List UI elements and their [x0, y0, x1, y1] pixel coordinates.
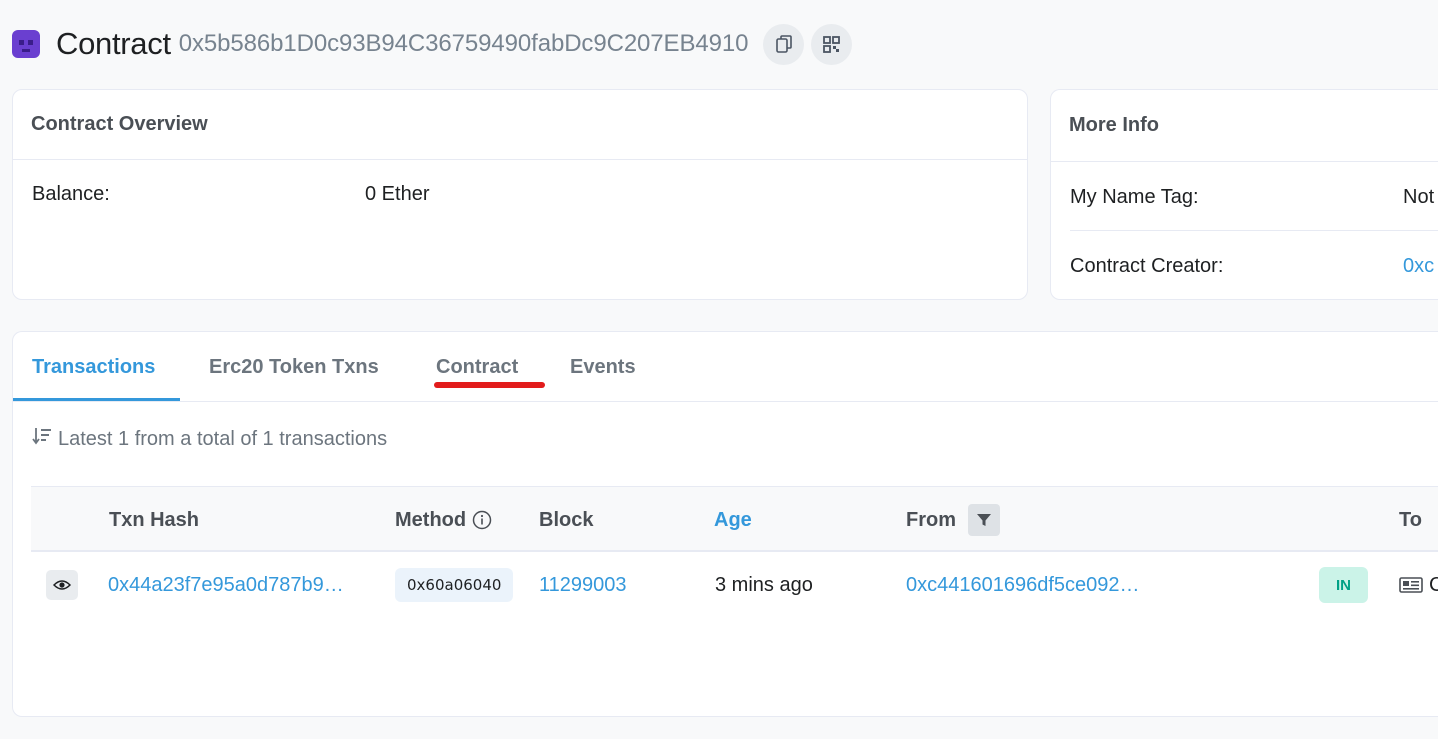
tab-events[interactable]: Events: [570, 332, 636, 402]
method-cell: 0x60a06040: [395, 552, 514, 618]
eye-icon: [53, 580, 71, 590]
method-badge: 0x60a06040: [395, 568, 514, 602]
header-block: Block: [539, 508, 594, 531]
block-link[interactable]: 11299003: [539, 552, 627, 618]
from-address-link[interactable]: 0xc441601696df5ce092…: [906, 552, 1140, 618]
page-title: Contract: [56, 26, 171, 61]
name-tag-value: Not: [1403, 186, 1435, 208]
txn-hash-link[interactable]: 0x44a23f7e95a0d787b9…: [108, 552, 344, 618]
contract-document-icon: [1399, 577, 1423, 593]
header-from-label: From: [906, 508, 956, 531]
header-age[interactable]: Age: [714, 487, 752, 553]
contract-creator-link[interactable]: 0xc: [1403, 255, 1434, 278]
contract-creator-label: Contract Creator:: [1070, 255, 1224, 277]
preview-eye-button[interactable]: [46, 570, 78, 600]
header-method-label: Method: [395, 508, 467, 531]
tab-bar: Transactions Erc20 Token Txns Contract E…: [13, 332, 1438, 402]
transactions-summary: Latest 1 from a total of 1 transactions: [32, 426, 387, 452]
direction-cell: IN: [1319, 552, 1368, 618]
info-icon[interactable]: [472, 510, 492, 530]
divider: [1070, 230, 1438, 231]
more-info-heading: More Info: [1051, 90, 1438, 162]
to-value[interactable]: C: [1429, 574, 1438, 597]
table-row: 0x44a23f7e95a0d787b9… 0x60a06040 1129900…: [31, 552, 1438, 618]
header-txn-hash: Txn Hash: [109, 508, 200, 531]
qr-code-button[interactable]: [811, 23, 853, 65]
contract-avatar-icon: [12, 30, 40, 58]
copy-address-button[interactable]: [763, 23, 805, 65]
contract-address: 0x5b586b1D0c93B94C36759490fabDc9C207EB49…: [178, 30, 749, 57]
tab-contract[interactable]: Contract: [436, 332, 518, 402]
name-tag-label: My Name Tag:: [1070, 186, 1199, 208]
filter-icon: [977, 514, 991, 526]
sort-descending-icon: [32, 426, 52, 452]
more-info-card: More Info My Name Tag: Not Contract Crea…: [1050, 89, 1438, 300]
to-cell: C: [1399, 552, 1438, 618]
copy-icon: [776, 35, 792, 53]
table-header: Txn Hash Method Block Age From To: [31, 486, 1438, 552]
direction-in-badge: IN: [1319, 567, 1368, 603]
tab-erc20-token-txns[interactable]: Erc20 Token Txns: [209, 332, 379, 402]
header-from: From: [906, 487, 1000, 553]
summary-text: Latest 1 from a total of 1 transactions: [58, 427, 388, 450]
tab-transactions[interactable]: Transactions: [32, 332, 155, 402]
qr-code-icon: [823, 35, 841, 53]
header-to: To: [1399, 508, 1422, 531]
row-preview-cell: [46, 552, 78, 618]
contract-overview-card: Contract Overview Balance: 0 Ether: [12, 89, 1028, 300]
transactions-card: Transactions Erc20 Token Txns Contract E…: [12, 331, 1438, 717]
contract-overview-heading: Contract Overview: [13, 90, 1027, 160]
header-method: Method: [395, 487, 492, 553]
page-header: Contract 0x5b586b1D0c93B94C36759490fabDc…: [12, 22, 859, 66]
balance-label: Balance:: [32, 183, 110, 205]
age-value: 3 mins ago: [715, 573, 813, 596]
active-tab-indicator: [13, 398, 180, 401]
balance-value: 0 Ether: [365, 183, 430, 205]
from-filter-button[interactable]: [968, 504, 1000, 536]
red-annotation-underline: [434, 382, 545, 388]
